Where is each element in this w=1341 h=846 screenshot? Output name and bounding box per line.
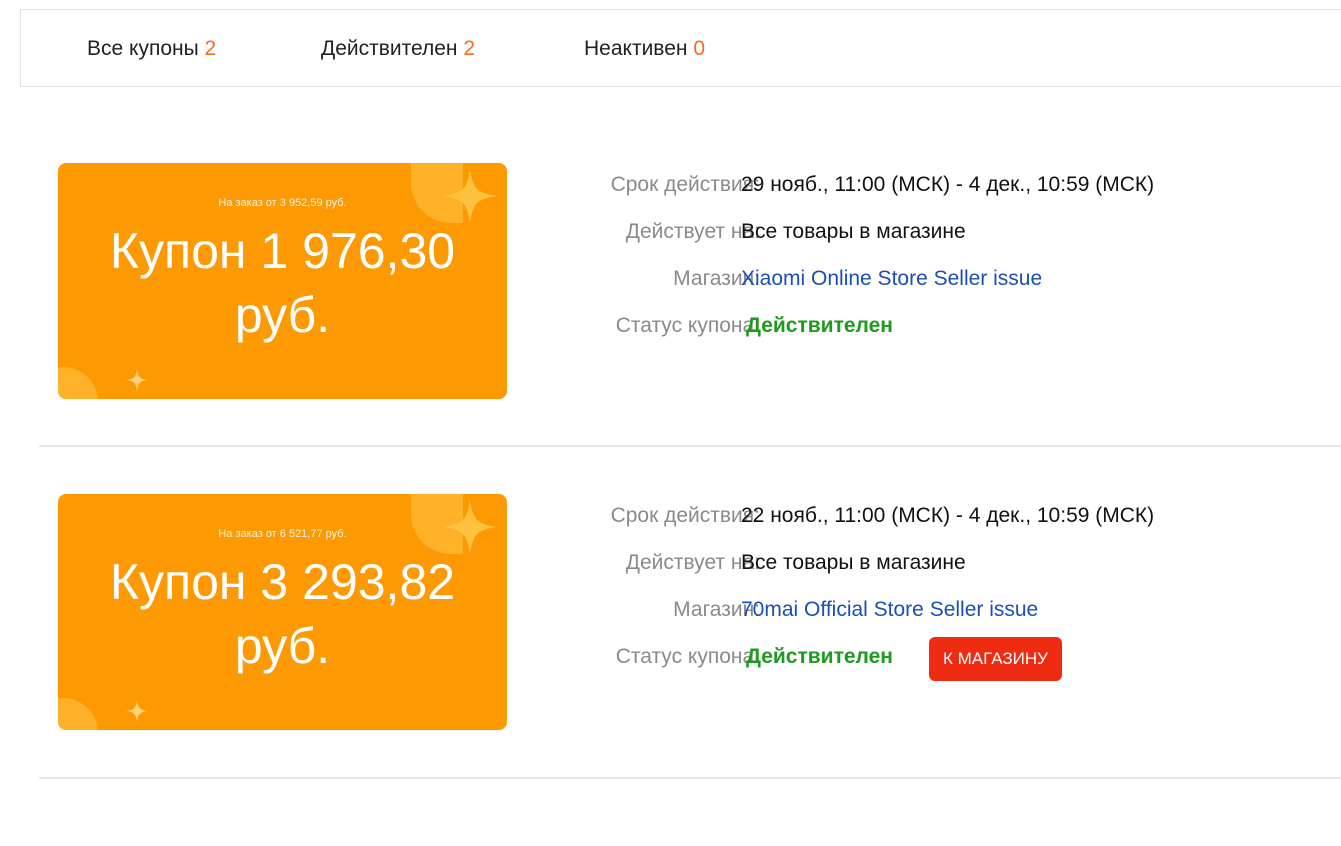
coupon-min-order: На заказ от 3 952,59 руб. (218, 197, 347, 209)
applies-to-label: Действует на: (625, 220, 760, 243)
decorative-circle (58, 367, 98, 399)
coupon-amount-currency: руб. (234, 287, 331, 343)
decorative-circle (58, 698, 98, 730)
coupon-card: На заказ от 3 952,59 руб. Купон 1 976,30… (58, 163, 507, 399)
validity-label: Срок действия: (610, 504, 760, 527)
coupon-min-order: На заказ от 6 521,77 руб. (218, 528, 347, 540)
coupon-amount-currency: руб. (234, 618, 331, 674)
coupon-amount-value: Купон 1 976,30 (109, 223, 456, 279)
store-link[interactable]: 70mai Official Store Seller issue (741, 598, 1038, 622)
validity-value: 22 нояб., 11:00 (МСК) - 4 дек., 10:59 (М… (741, 504, 1155, 527)
tab-all-coupons[interactable]: Все купоны 2 (87, 37, 216, 61)
validity-label: Срок действия: (610, 173, 760, 196)
coupon-item: На заказ от 3 952,59 руб. Купон 1 976,30… (0, 130, 1341, 460)
coupon-item: На заказ от 6 521,77 руб. Купон 3 293,82… (0, 461, 1341, 791)
store-label: Магазин: (673, 598, 760, 621)
tab-valid-count: 2 (463, 37, 476, 60)
applies-to-value: Все товары в магазине (741, 220, 966, 243)
coupon-tabs: Все купоны 2 Действителен 2 Неактивен 0 (20, 9, 1341, 87)
tab-all-count: 2 (204, 37, 217, 60)
sparkle-star-icon (126, 369, 148, 391)
status-label: Статус купона: (615, 645, 760, 668)
store-link[interactable]: Xiaomi Online Store Seller issue (741, 267, 1042, 291)
coupon-amount-value: Купон 3 293,82 (109, 554, 456, 610)
validity-value: 29 нояб., 11:00 (МСК) - 4 дек., 10:59 (М… (741, 173, 1155, 196)
sparkle-star-icon (126, 700, 148, 722)
coupon-card: На заказ от 6 521,77 руб. Купон 3 293,82… (58, 494, 507, 730)
tab-inactive-coupons[interactable]: Неактивен 0 (584, 37, 705, 61)
tab-all-label: Все купоны (87, 37, 199, 60)
tab-inactive-count: 0 (693, 37, 706, 60)
status-value: Действителен (746, 314, 893, 337)
go-to-store-button[interactable]: К МАГАЗИНУ (929, 637, 1062, 681)
applies-to-label: Действует на: (625, 551, 760, 574)
divider (39, 445, 1341, 447)
store-label: Магазин: (673, 267, 760, 290)
coupon-amount: Купон 3 293,82 руб. (58, 550, 507, 678)
coupon-amount: Купон 1 976,30 руб. (58, 219, 507, 347)
divider (39, 777, 1341, 779)
tab-valid-label: Действителен (321, 37, 458, 60)
tab-inactive-label: Неактивен (584, 37, 688, 60)
tab-valid-coupons[interactable]: Действителен 2 (321, 37, 475, 61)
applies-to-value: Все товары в магазине (741, 551, 966, 574)
status-value: Действителен (746, 645, 893, 668)
status-label: Статус купона: (615, 314, 760, 337)
